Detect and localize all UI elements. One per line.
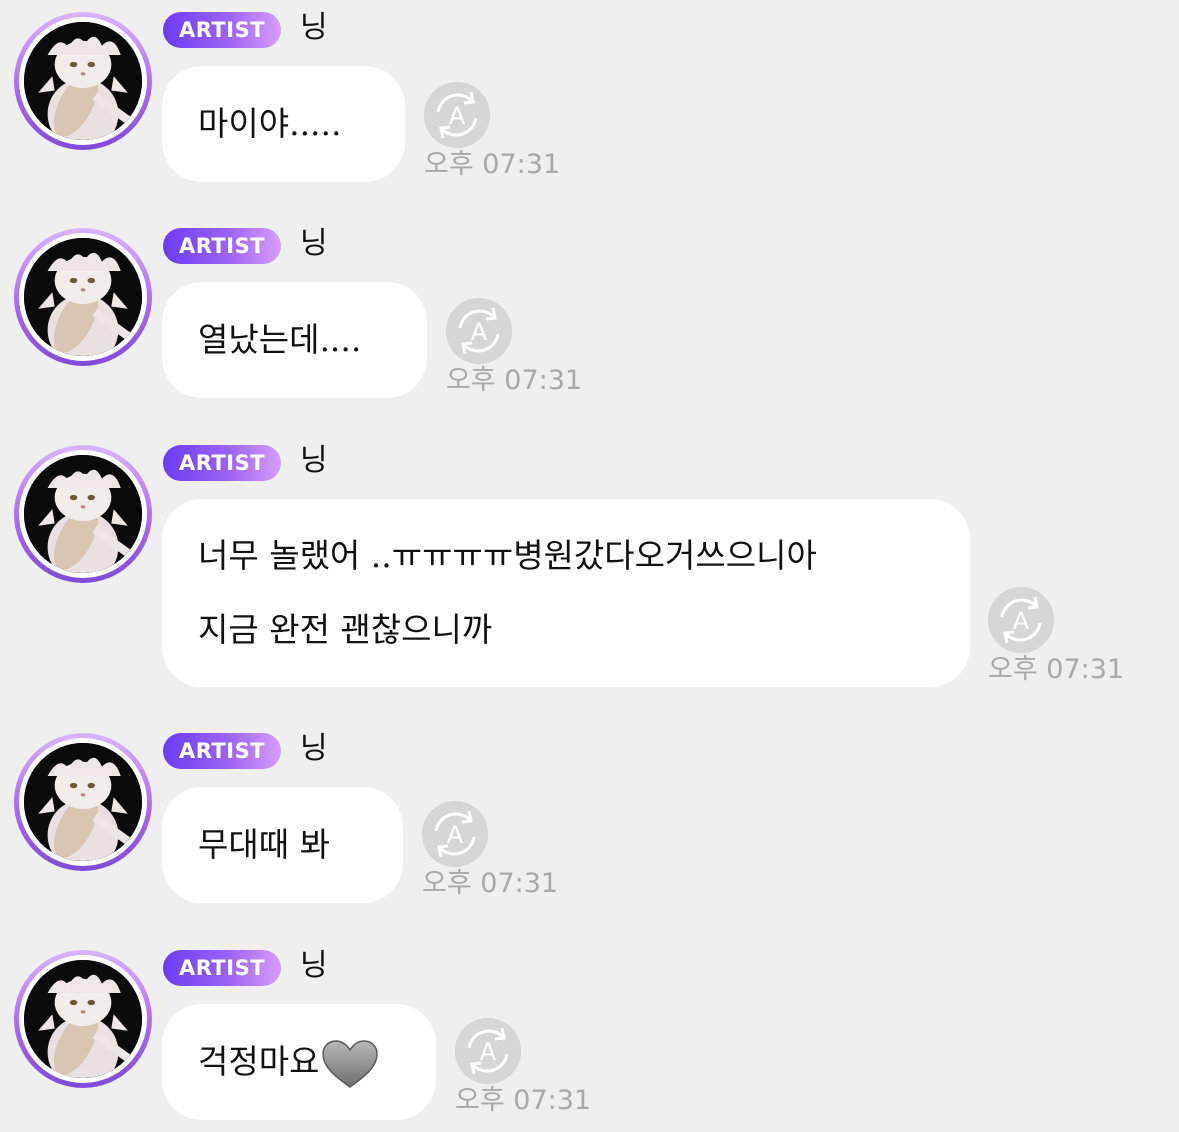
- translate-button[interactable]: A: [988, 587, 1054, 653]
- translate-button[interactable]: A: [424, 82, 490, 148]
- cat-photo-icon: [24, 455, 142, 573]
- message-time: 오후 07:31: [446, 365, 583, 396]
- artist-badge: ARTIST: [163, 12, 281, 48]
- artist-badge: ARTIST: [163, 950, 281, 986]
- sender-name[interactable]: 닝: [300, 946, 328, 986]
- svg-text:A: A: [1013, 607, 1030, 635]
- message-bubble[interactable]: 무대때 봐: [162, 787, 403, 903]
- avatar-cat-photo: [24, 743, 142, 861]
- cat-photo-icon: [24, 960, 142, 1078]
- chat-thread: ARTIST 닝 마이야..... A 오후 07:31 ARTIST 닝 열났…: [0, 0, 1179, 1132]
- message-item: ARTIST 닝 너무 놀랬어 ..ㅠㅠㅠㅠ병원갔다오거쓰으니아 지금 완전 괜…: [0, 433, 1179, 703]
- svg-text:A: A: [471, 318, 488, 346]
- artist-badge: ARTIST: [163, 445, 281, 481]
- message-time: 오후 07:31: [424, 149, 561, 180]
- translate-icon: A: [455, 1018, 521, 1084]
- sender-name[interactable]: 닝: [300, 8, 328, 48]
- message-text: 걱정마요: [198, 1042, 320, 1081]
- avatar[interactable]: [14, 12, 152, 150]
- avatar-cat-photo: [24, 960, 142, 1078]
- translate-button[interactable]: A: [455, 1018, 521, 1084]
- avatar-cat-photo: [24, 238, 142, 356]
- message-item: ARTIST 닝 마이야..... A 오후 07:31: [0, 0, 1179, 200]
- cat-photo-icon: [24, 743, 142, 861]
- message-text: 무대때 봐: [198, 825, 330, 864]
- message-bubble[interactable]: 열났는데....: [162, 282, 427, 398]
- translate-icon: A: [988, 587, 1054, 653]
- translate-icon: A: [422, 801, 488, 867]
- message-bubble[interactable]: 걱정마요: [162, 1004, 436, 1120]
- avatar[interactable]: [14, 445, 152, 583]
- translate-button[interactable]: A: [446, 298, 512, 364]
- message-time: 오후 07:31: [988, 654, 1125, 685]
- message-item: ARTIST 닝 무대때 봐 A 오후 07:31: [0, 721, 1179, 921]
- message-text-line: 지금 완전 괜찮으니까: [198, 610, 493, 649]
- artist-badge: ARTIST: [163, 733, 281, 769]
- avatar[interactable]: [14, 950, 152, 1088]
- message-bubble[interactable]: 너무 놀랬어 ..ㅠㅠㅠㅠ병원갔다오거쓰으니아 지금 완전 괜찮으니까: [162, 499, 970, 687]
- translate-button[interactable]: A: [422, 801, 488, 867]
- message-text: 마이야.....: [198, 104, 342, 143]
- message-item: ARTIST 닝 걱정마요 A 오후 07:31: [0, 938, 1179, 1132]
- avatar[interactable]: [14, 228, 152, 366]
- svg-text:A: A: [480, 1038, 497, 1066]
- cat-photo-icon: [24, 22, 142, 140]
- message-time: 오후 07:31: [422, 868, 559, 899]
- translate-icon: A: [424, 82, 490, 148]
- message-text: 열났는데....: [198, 320, 362, 359]
- artist-badge: ARTIST: [163, 228, 281, 264]
- message-bubble[interactable]: 마이야.....: [162, 66, 405, 182]
- sender-name[interactable]: 닝: [300, 729, 328, 769]
- avatar-cat-photo: [24, 455, 142, 573]
- sender-name[interactable]: 닝: [300, 224, 328, 264]
- svg-text:A: A: [447, 821, 464, 849]
- translate-icon: A: [446, 298, 512, 364]
- cat-photo-icon: [24, 238, 142, 356]
- sender-name[interactable]: 닝: [300, 441, 328, 481]
- message-time: 오후 07:31: [455, 1085, 592, 1116]
- avatar-cat-photo: [24, 22, 142, 140]
- svg-text:A: A: [449, 102, 466, 130]
- gray-heart-icon: [322, 1040, 379, 1088]
- message-item: ARTIST 닝 열났는데.... A 오후 07:31: [0, 216, 1179, 416]
- message-text-line: 너무 놀랬어 ..ㅠㅠㅠㅠ병원갔다오거쓰으니아: [198, 536, 817, 575]
- avatar[interactable]: [14, 733, 152, 871]
